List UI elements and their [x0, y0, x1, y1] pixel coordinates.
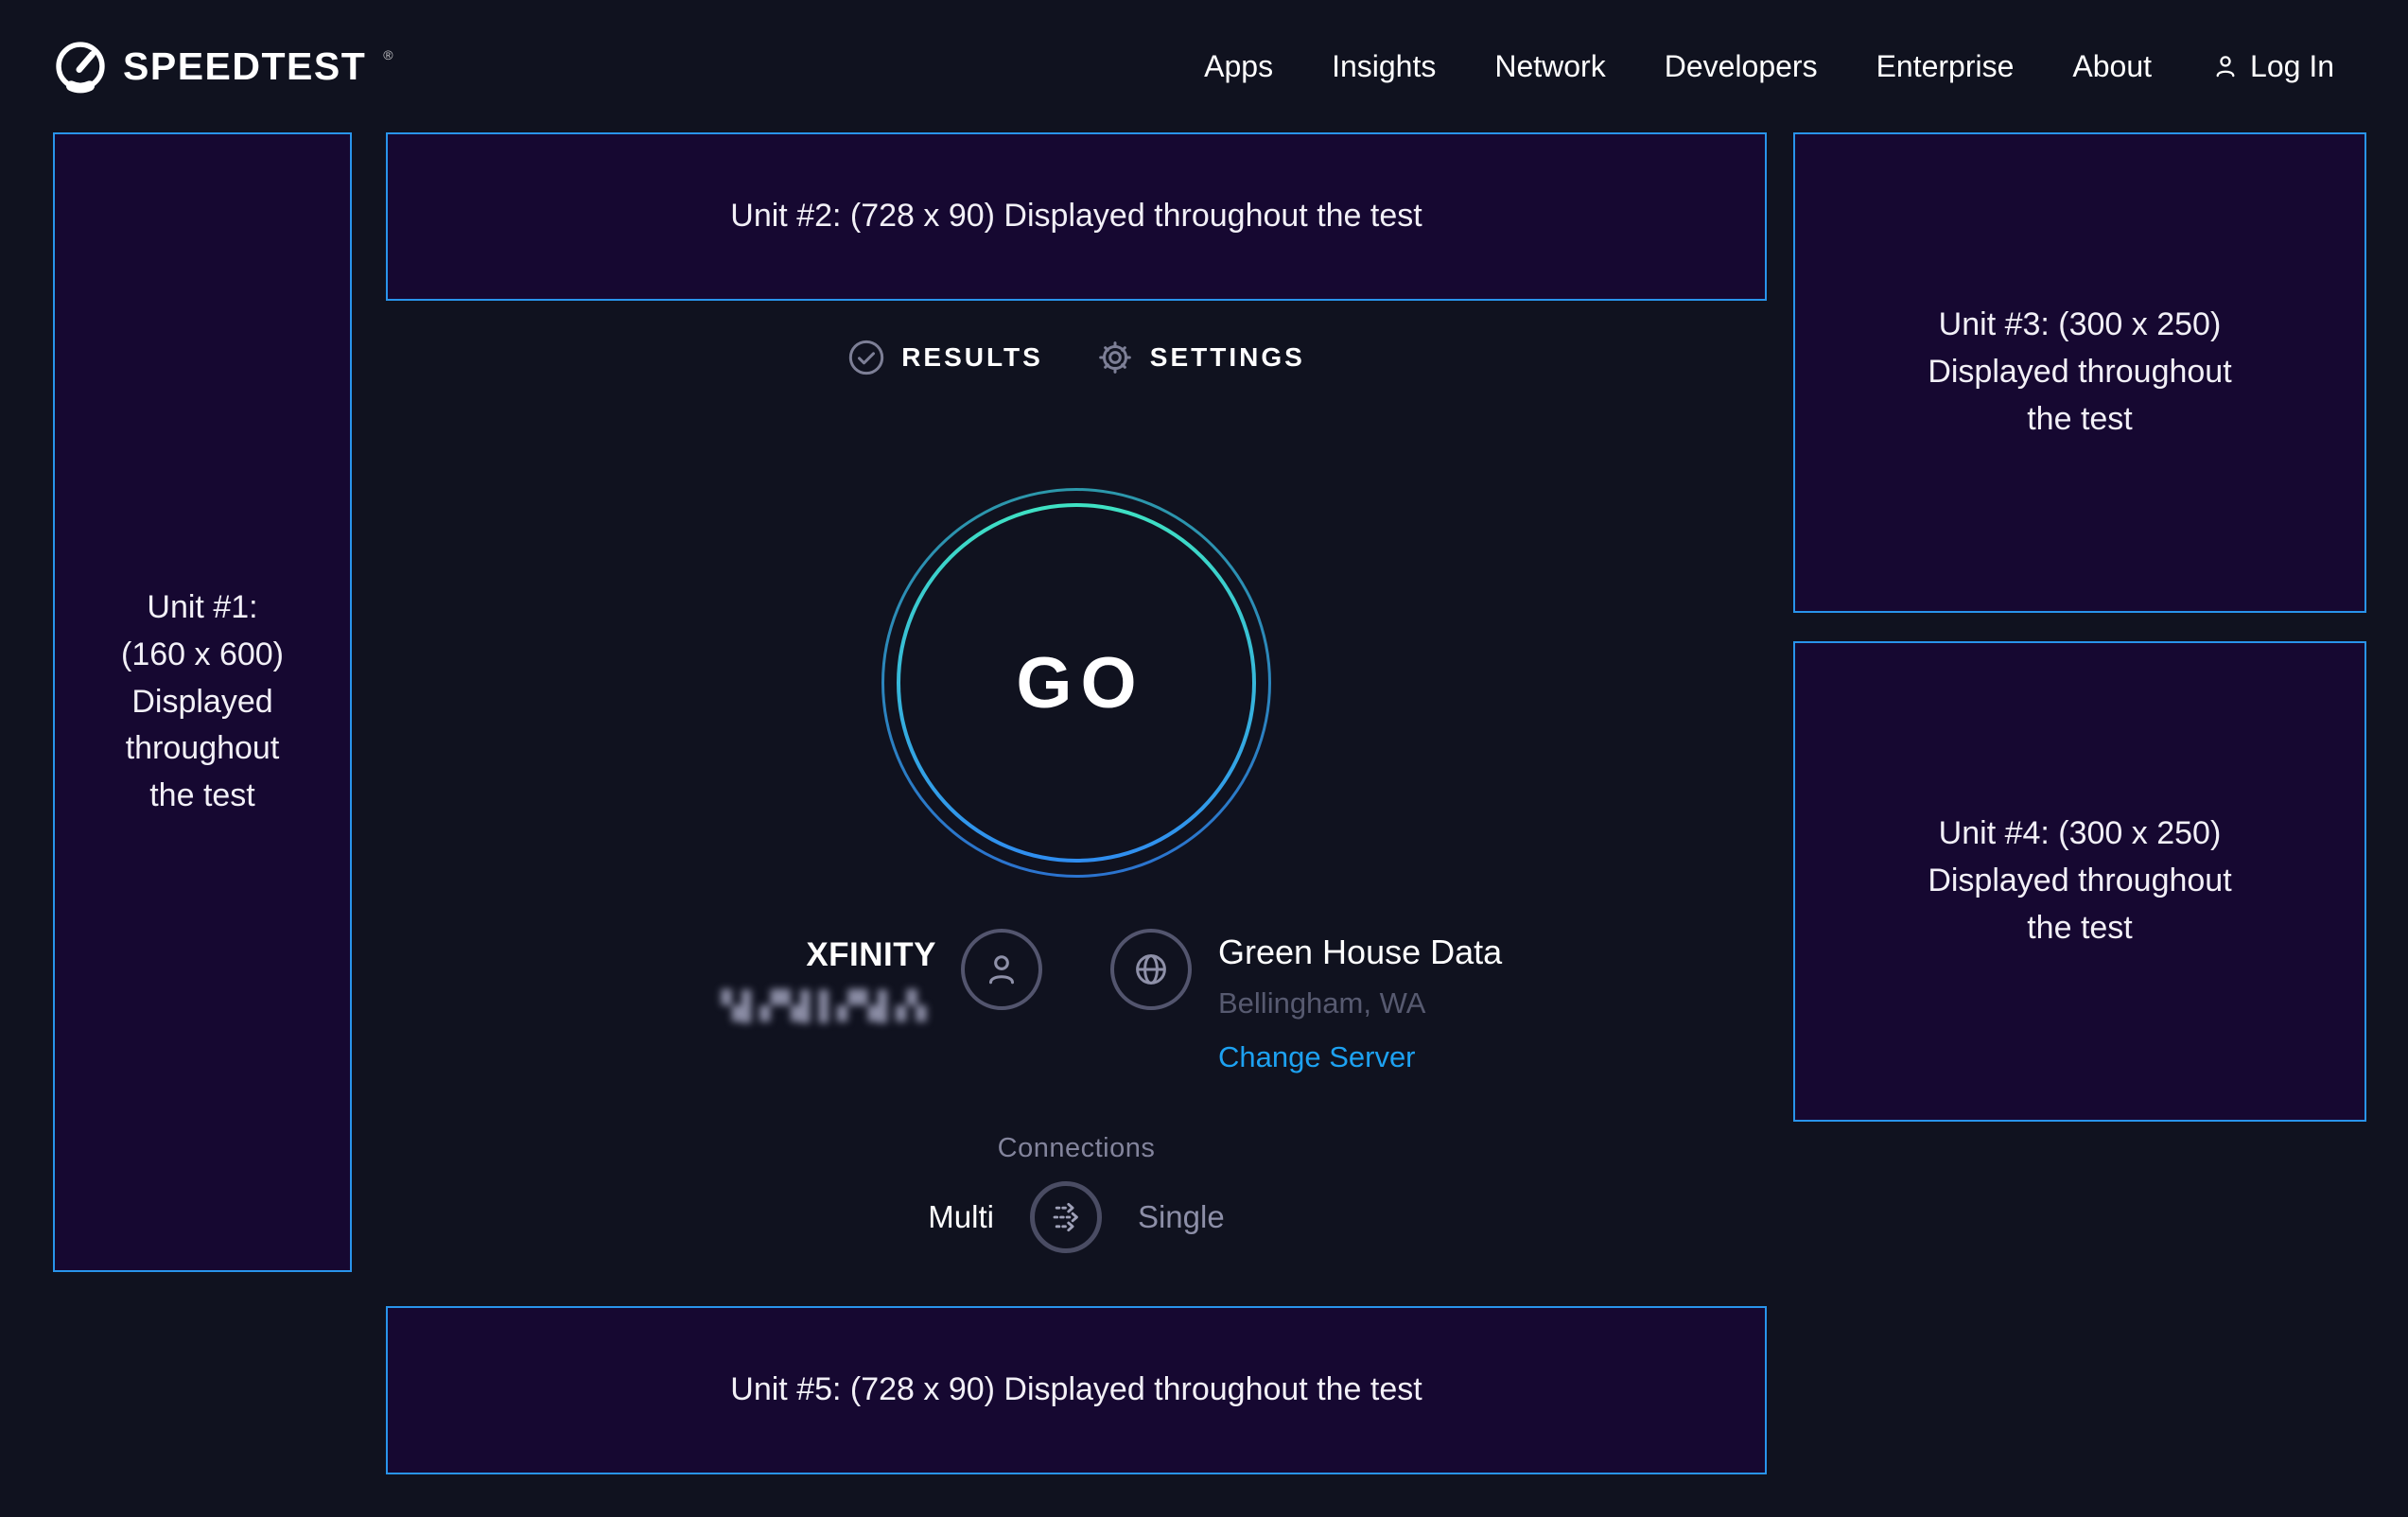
isp-name: XFINITY [722, 936, 936, 974]
connections-section: Connections Multi Single [386, 1133, 1767, 1253]
connection-mode-row: Multi Single [386, 1181, 1767, 1253]
isp-masked-text: ▚▌▞▚▌▌▞▚▌▞▖ [722, 989, 936, 1022]
isp-avatar [961, 929, 1042, 1010]
speedtest-logo[interactable]: SPEEDTEST ® [53, 39, 393, 94]
tab-settings[interactable]: SETTINGS [1096, 339, 1305, 376]
ad-unit-5[interactable]: Unit #5: (728 x 90) Displayed throughout… [386, 1306, 1767, 1474]
login-link[interactable]: Log In [2210, 49, 2334, 84]
speedtest-page: SPEEDTEST ® Apps Insights Network Develop… [0, 0, 2408, 1517]
tab-results[interactable]: RESULTS [847, 339, 1043, 376]
ad-unit-3[interactable]: Unit #3: (300 x 250) Displayed throughou… [1793, 132, 2366, 613]
ad-unit-3-text: Unit #3: (300 x 250) Displayed throughou… [1928, 302, 2231, 444]
go-button[interactable]: GO [881, 488, 1271, 878]
login-label: Log In [2250, 49, 2334, 84]
multi-arrows-icon [1043, 1194, 1089, 1240]
ad-unit-1-text: Unit #1: (160 x 600) Displayed throughou… [121, 584, 284, 821]
host-info-row: XFINITY ▚▌▞▚▌▌▞▚▌▞▖ Green House Data [386, 929, 1767, 1074]
connections-title: Connections [386, 1133, 1767, 1164]
server-name: Green House Data [1218, 933, 1502, 972]
server-block: Green House Data Bellingham, WA Change S… [1110, 929, 1502, 1074]
ad-unit-5-text: Unit #5: (728 x 90) Displayed throughout… [730, 1367, 1422, 1414]
change-server-link[interactable]: Change Server [1218, 1040, 1502, 1074]
ad-unit-4[interactable]: Unit #4: (300 x 250) Displayed throughou… [1793, 641, 2366, 1122]
nav-item-network[interactable]: Network [1494, 49, 1605, 84]
multi-label[interactable]: Multi [928, 1199, 994, 1235]
logo-text: SPEEDTEST [123, 44, 366, 89]
connection-mode-toggle[interactable] [1030, 1181, 1102, 1253]
nav-item-enterprise[interactable]: Enterprise [1876, 49, 2015, 84]
nav-item-about[interactable]: About [2072, 49, 2152, 84]
go-label: GO [1007, 642, 1144, 724]
server-globe [1110, 929, 1192, 1010]
top-nav: SPEEDTEST ® Apps Insights Network Develop… [0, 0, 2408, 132]
user-icon [2210, 51, 2241, 81]
isp-block: XFINITY ▚▌▞▚▌▌▞▚▌▞▖ [722, 929, 1042, 1074]
ad-unit-2-text: Unit #2: (728 x 90) Displayed throughout… [730, 193, 1422, 240]
check-circle-icon [847, 339, 885, 376]
tab-settings-label: SETTINGS [1150, 342, 1305, 373]
ad-unit-1[interactable]: Unit #1: (160 x 600) Displayed throughou… [53, 132, 352, 1272]
go-outer-ring: GO [881, 488, 1271, 878]
single-label[interactable]: Single [1138, 1199, 1225, 1235]
gear-icon [1096, 339, 1134, 376]
main-nav: Apps Insights Network Developers Enterpr… [1204, 49, 2334, 84]
nav-item-insights[interactable]: Insights [1332, 49, 1436, 84]
globe-icon [1128, 947, 1174, 992]
ad-unit-2[interactable]: Unit #2: (728 x 90) Displayed throughout… [386, 132, 1767, 301]
gauge-icon [53, 39, 108, 94]
nav-item-developers[interactable]: Developers [1665, 49, 1818, 84]
server-location: Bellingham, WA [1218, 986, 1502, 1020]
tab-bar: RESULTS SETTINGS [386, 339, 1767, 376]
user-avatar-icon [980, 948, 1023, 991]
nav-item-apps[interactable]: Apps [1204, 49, 1273, 84]
ad-unit-4-text: Unit #4: (300 x 250) Displayed throughou… [1928, 811, 2231, 952]
trademark-mark: ® [383, 47, 394, 62]
go-inner-ring: GO [897, 503, 1256, 863]
tab-results-label: RESULTS [901, 342, 1043, 373]
